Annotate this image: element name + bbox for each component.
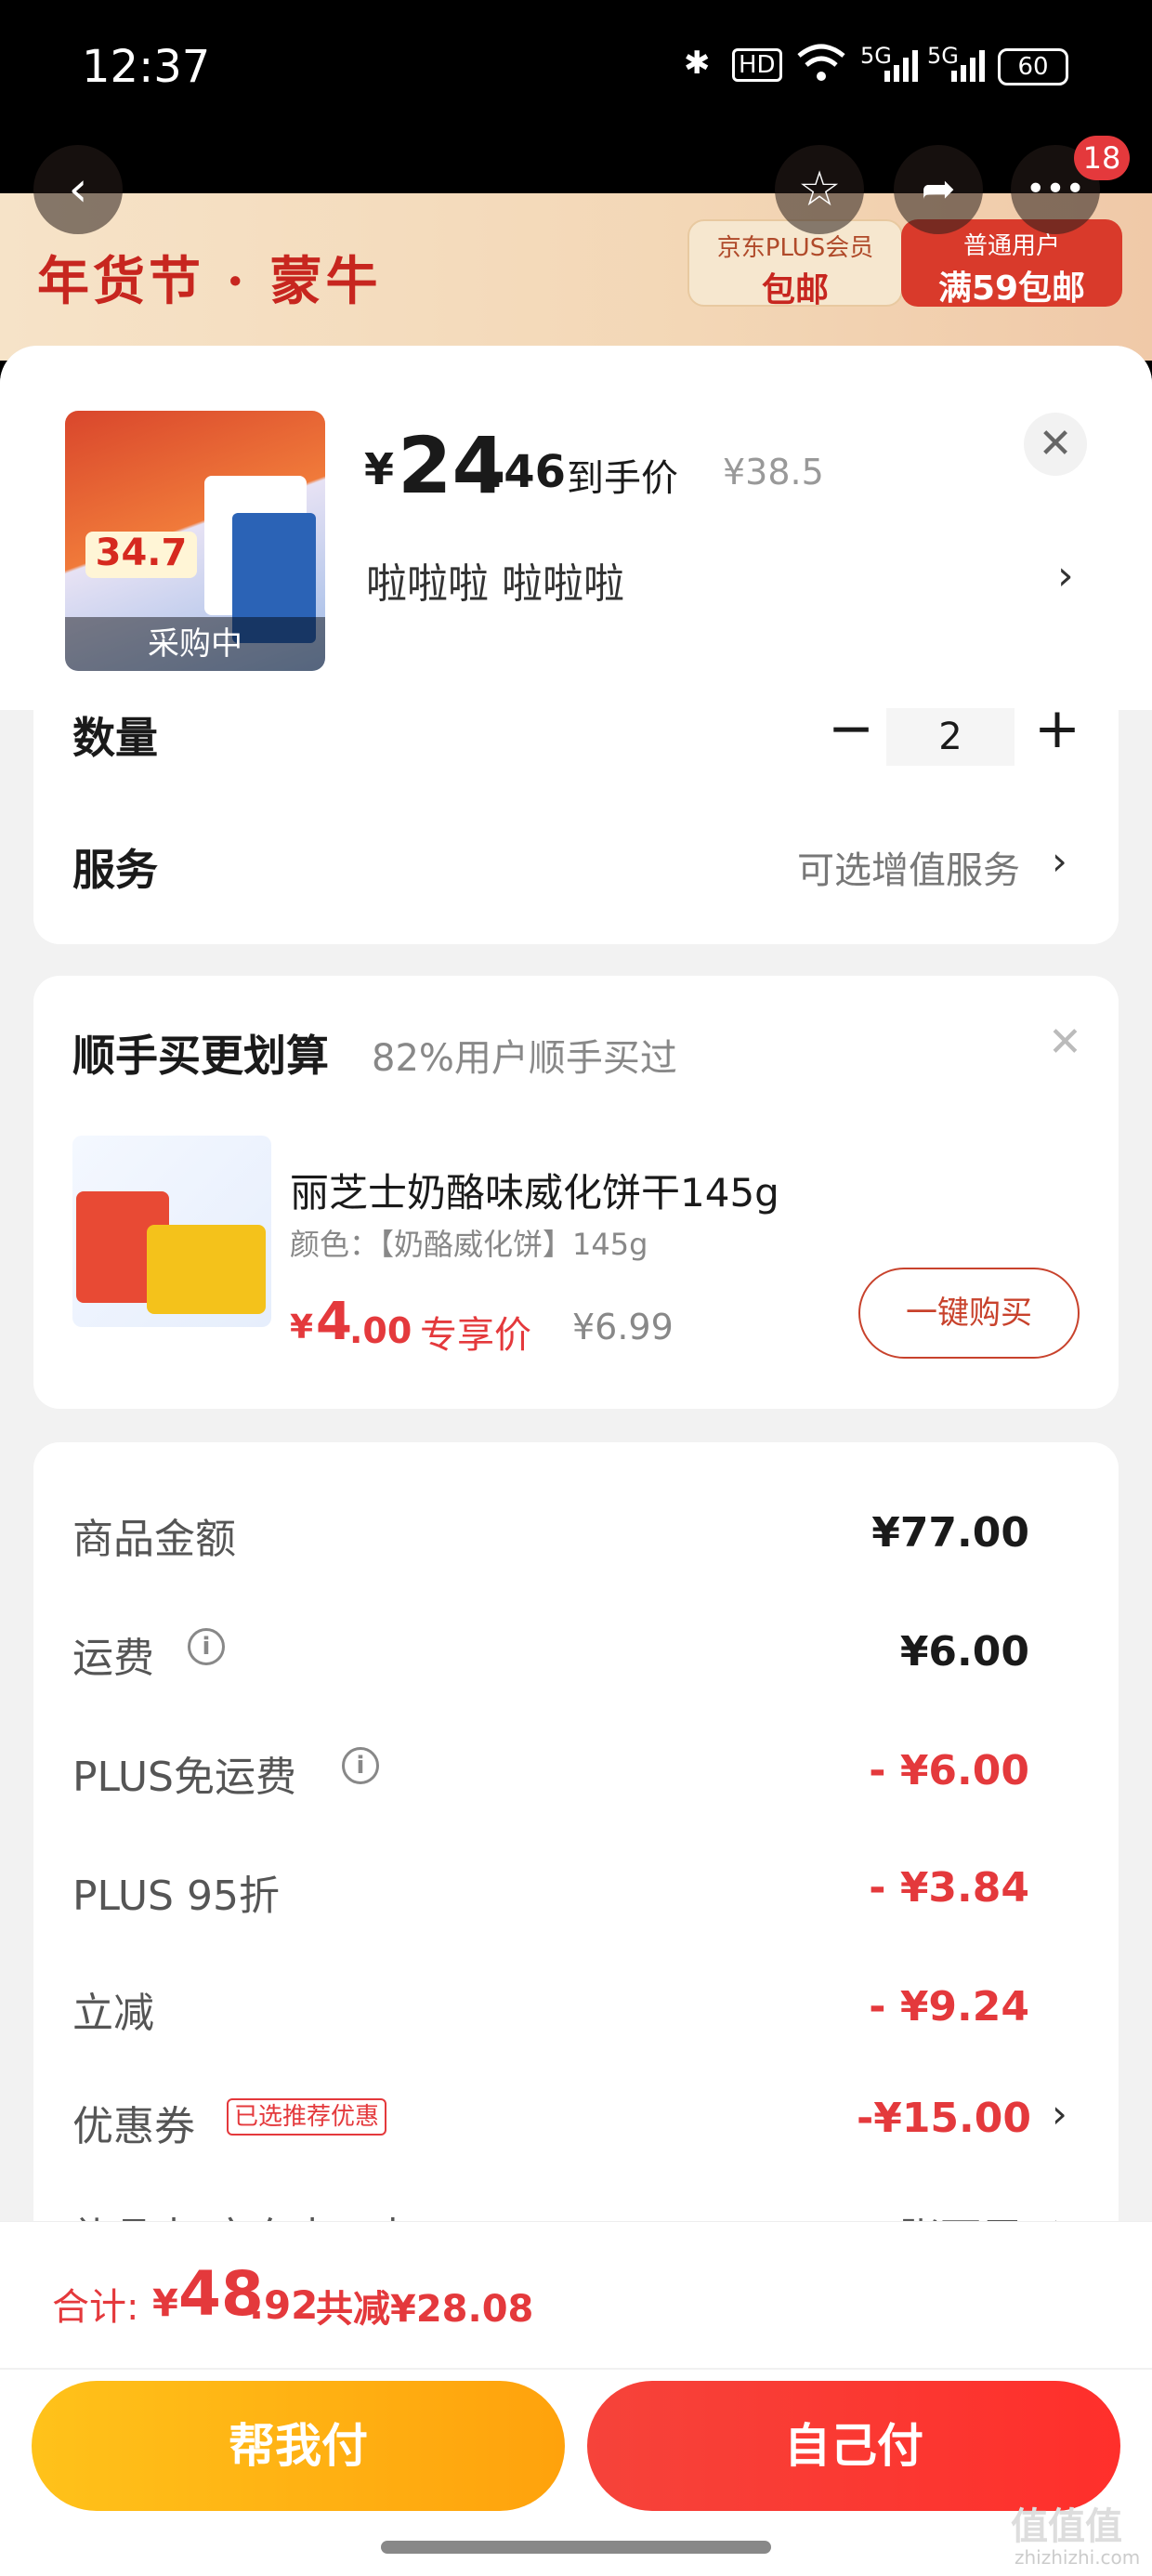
- back-icon: ‹: [68, 162, 88, 217]
- info-icon[interactable]: i: [188, 1628, 225, 1665]
- share-icon: ➦: [921, 165, 956, 213]
- price-label: 到手价: [567, 457, 678, 500]
- plus-shipping-badge: 京东PLUS会员 包邮: [687, 219, 903, 309]
- plus-badge-line2: 包邮: [761, 271, 829, 309]
- summary-label-coupon[interactable]: 优惠券: [72, 2093, 195, 2152]
- wifi-icon: [797, 44, 845, 81]
- chevron-right-icon[interactable]: ›: [1052, 838, 1067, 884]
- summary-value-goods: ¥77.00: [871, 1509, 1029, 1557]
- service-value[interactable]: 可选增值服务: [797, 840, 1020, 894]
- quantity-input[interactable]: 2: [886, 708, 1015, 766]
- pay-myself-button[interactable]: 自己付: [587, 2381, 1120, 2511]
- watermark-url: zhizhizhi.com: [1015, 2546, 1141, 2569]
- bundle-price-label: 专享价: [420, 1314, 531, 1357]
- chevron-right-icon[interactable]: ›: [1052, 2091, 1067, 2136]
- service-label: 服务: [72, 845, 158, 895]
- one-click-buy-button[interactable]: 一键购买: [858, 1268, 1080, 1359]
- favorite-button[interactable]: ☆: [775, 145, 864, 234]
- thumb-price-tag: 34.7: [85, 532, 197, 578]
- bundle-product-spec: 颜色：【奶酪威化饼】145g: [290, 1227, 648, 1262]
- signal-bars-icon: [951, 50, 985, 82]
- bundle-box-graphic: [147, 1225, 266, 1314]
- total-decimal: .92: [249, 2282, 319, 2328]
- summary-label-plus-discount: PLUS 95折: [72, 1873, 280, 1920]
- summary-value-plus-free-shipping: - ¥6.00: [869, 1747, 1029, 1794]
- total-symbol: ¥: [152, 2282, 178, 2325]
- summary-label-goods: 商品金额: [72, 1516, 236, 1563]
- total-saved: 共减¥28.08: [316, 2288, 534, 2331]
- bundle-price-integer: 4: [316, 1292, 352, 1352]
- user-badge-line2: 满59包邮: [937, 269, 1086, 308]
- share-button[interactable]: ➦: [894, 145, 983, 234]
- star-icon: ☆: [797, 162, 842, 217]
- quantity-label: 数量: [72, 713, 158, 763]
- signal-bars-icon: [884, 50, 918, 82]
- bundle-product-image[interactable]: [72, 1136, 271, 1327]
- banner-brand: 年货节 · 蒙牛: [37, 251, 382, 312]
- price-summary-card: [33, 1442, 1119, 2279]
- product-status: 采购中: [65, 617, 325, 671]
- bundle-product-name[interactable]: 丽芝士奶酪味威化饼干145g: [290, 1162, 779, 1218]
- more-icon: •••: [1026, 170, 1085, 208]
- bundle-original-price: ¥6.99: [572, 1307, 674, 1347]
- status-bar: 12:37 ✱ HD 5G 5G 60: [0, 0, 1152, 193]
- summary-value-shipping: ¥6.00: [899, 1628, 1029, 1676]
- product-image[interactable]: 34.7 采购中: [65, 411, 325, 671]
- bundle-price-symbol: ¥: [290, 1308, 314, 1347]
- bundle-subtitle: 82%用户顺手买过: [372, 1037, 677, 1080]
- status-time: 12:37: [82, 41, 211, 93]
- bundle-title: 顺手买更划算: [72, 1031, 329, 1081]
- summary-label-plus-free-shipping: PLUS免运费: [72, 1754, 296, 1801]
- close-icon: ✕: [1038, 420, 1073, 467]
- summary-value-coupon[interactable]: -¥15.00: [857, 2095, 1031, 2142]
- hd-icon: HD: [732, 48, 782, 82]
- price-decimal: .46: [487, 446, 567, 498]
- battery-icon: 60: [998, 48, 1068, 85]
- summary-value-plus-discount: - ¥3.84: [869, 1864, 1029, 1912]
- summary-label-shipping: 运费: [72, 1635, 154, 1682]
- total-label: 合计:: [52, 2286, 139, 2329]
- divider: [0, 2368, 1152, 2370]
- bluetooth-icon: ✱: [684, 45, 711, 82]
- quantity-decrease-button[interactable]: −: [818, 695, 884, 762]
- bundle-price-decimal: .00: [349, 1310, 412, 1351]
- original-price: ¥38.5: [723, 452, 824, 493]
- help-me-pay-button[interactable]: 帮我付: [32, 2381, 565, 2511]
- info-icon[interactable]: i: [342, 1747, 379, 1784]
- price-symbol: ¥: [364, 444, 395, 494]
- plus-badge-line1: 京东PLUS会员: [716, 234, 874, 262]
- close-button[interactable]: ✕: [1024, 413, 1087, 476]
- summary-label-instant-discount: 立减: [72, 1990, 154, 2037]
- cart-count-badge: 18: [1074, 136, 1130, 180]
- back-button[interactable]: ‹: [33, 145, 123, 234]
- summary-value-instant-discount: - ¥9.24: [869, 1983, 1029, 2031]
- bundle-close-icon[interactable]: ✕: [1048, 1019, 1082, 1066]
- chevron-right-icon[interactable]: ›: [1057, 552, 1074, 599]
- quantity-increase-button[interactable]: +: [1024, 695, 1091, 762]
- watermark: 值值值: [1011, 2505, 1122, 2548]
- selected-spec[interactable]: 啦啦啦 啦啦啦: [366, 550, 624, 610]
- coupon-tag: 已选推荐优惠: [227, 2098, 387, 2136]
- home-indicator[interactable]: [381, 2541, 771, 2554]
